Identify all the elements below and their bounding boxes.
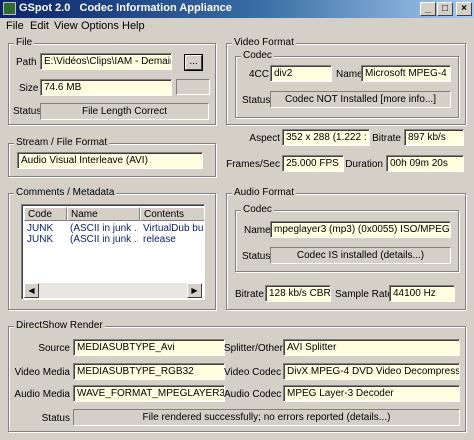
fps-field[interactable]: 25.000 FPS <box>282 155 344 172</box>
metadata-contents[interactable]: VirtualDub build <box>143 223 204 234</box>
splitter-label: Splitter/Other <box>224 343 283 354</box>
sample-rate-label: Sample Rate <box>335 289 393 300</box>
fps-label: Frames/Sec <box>226 159 280 170</box>
size-field[interactable]: 74.6 MB <box>40 79 172 96</box>
minimize-button[interactable]: _ <box>420 2 436 16</box>
audio-codec-field[interactable]: MPEG Layer-3 Decoder <box>283 385 460 402</box>
title-bar[interactable]: GSpot 2.0 Codec Information Appliance _ … <box>0 0 474 18</box>
source-label: Source <box>38 343 70 354</box>
render-status-field[interactable]: File rendered successfully; no errors re… <box>73 409 460 426</box>
audio-bitrate-label: Bitrate <box>235 289 264 300</box>
directshow-group-label: DirectShow Render <box>14 320 105 331</box>
stream-format-field[interactable]: Audio Visual Interleave (AVI) <box>17 152 203 169</box>
fourcc-label: 4CC <box>249 69 270 80</box>
stream-group-label: Stream / File Format <box>14 137 110 148</box>
audio-codec-group-label: Codec <box>241 204 274 215</box>
maximize-button[interactable]: □ <box>437 2 453 16</box>
menu-file[interactable]: File <box>6 20 24 32</box>
audio-name-label: Name <box>244 225 271 236</box>
column-header-code[interactable]: Code <box>24 207 67 221</box>
metadata-name[interactable]: (ASCII in junk ... <box>70 223 138 234</box>
column-header-name[interactable]: Name <box>67 207 140 221</box>
video-codec-group-label: Codec <box>241 50 274 61</box>
app-icon <box>3 2 16 15</box>
audio-media-field[interactable]: WAVE_FORMAT_MPEGLAYER3 (MP <box>73 385 225 402</box>
duration-label: Duration <box>345 159 383 170</box>
splitter-field[interactable]: AVI Splitter <box>283 339 460 356</box>
video-status-label: Status <box>242 95 271 106</box>
column-header-contents[interactable]: Contents <box>140 207 204 221</box>
metadata-list[interactable]: Code Name Contents JUNK (ASCII in junk .… <box>21 204 205 300</box>
scroll-right-icon[interactable]: ▶ <box>187 283 202 298</box>
file-status-label: Status <box>13 106 42 117</box>
metadata-code[interactable]: JUNK <box>27 234 67 245</box>
aspect-label: Aspect <box>249 133 280 144</box>
window-title: GSpot 2.0 Codec Information Appliance <box>19 2 232 14</box>
render-status-label: Status <box>41 413 70 424</box>
video-bitrate-label: Bitrate <box>372 133 401 144</box>
video-status-field[interactable]: Codec NOT Installed [more info...] <box>270 91 451 108</box>
metadata-contents[interactable]: release <box>143 234 204 245</box>
aspect-field[interactable]: 352 x 288 (1.222 : 1) <box>282 129 370 146</box>
video-name-field[interactable]: Microsoft MPEG-4 <box>361 65 451 82</box>
audio-format-group-label: Audio Format <box>232 187 297 198</box>
comments-group-label: Comments / Metadata <box>14 187 117 198</box>
audio-media-label: Audio Media <box>14 389 70 400</box>
file-group-label: File <box>14 37 35 48</box>
fourcc-field[interactable]: div2 <box>270 65 332 82</box>
browse-button[interactable]: ... <box>185 55 202 70</box>
video-name-label: Name <box>336 69 363 80</box>
video-codec-label: Video Codec <box>224 367 282 378</box>
menu-help[interactable]: Help <box>122 20 145 32</box>
browse-button-aux[interactable] <box>176 79 210 95</box>
horizontal-scrollbar[interactable]: ◀ ▶ <box>24 283 202 298</box>
duration-field[interactable]: 00h 09m 20s <box>386 155 464 172</box>
audio-codec-label: Audio Codec <box>224 389 282 400</box>
metadata-name[interactable]: (ASCII in junk ... <box>70 234 138 245</box>
path-label: Path <box>16 57 37 68</box>
menu-view[interactable]: View <box>54 20 78 32</box>
video-media-label: Video Media <box>14 367 70 378</box>
size-label: Size <box>19 83 39 94</box>
video-bitrate-field[interactable]: 897 kb/s <box>404 129 464 146</box>
menu-edit[interactable]: Edit <box>30 20 49 32</box>
video-media-field[interactable]: MEDIASUBTYPE_RGB32 <box>73 363 225 380</box>
video-codec-field[interactable]: DivX MPEG-4 DVD Video Decompressor - <box>283 363 460 380</box>
audio-bitrate-field[interactable]: 128 kb/s CBR <box>265 285 331 302</box>
audio-name-field[interactable]: mpeglayer3 (mp3) (0x0055) ISO/MPEG <box>270 221 451 238</box>
close-button[interactable]: × <box>456 2 472 16</box>
metadata-code[interactable]: JUNK <box>27 223 67 234</box>
file-status-field[interactable]: File Length Correct <box>40 103 209 120</box>
sample-rate-field[interactable]: 44100 Hz <box>389 285 455 302</box>
menu-bar: File Edit View Options Help <box>0 18 474 35</box>
audio-status-label: Status <box>242 251 271 262</box>
source-field[interactable]: MEDIASUBTYPE_Avi <box>73 339 225 356</box>
scroll-left-icon[interactable]: ◀ <box>24 283 39 298</box>
path-field[interactable]: E:\Vidéos\Clips\IAM - Demain C' <box>40 53 172 70</box>
video-format-group-label: Video Format <box>232 37 296 48</box>
menu-options[interactable]: Options <box>81 20 119 32</box>
audio-status-field[interactable]: Codec IS installed (details...) <box>270 247 451 264</box>
